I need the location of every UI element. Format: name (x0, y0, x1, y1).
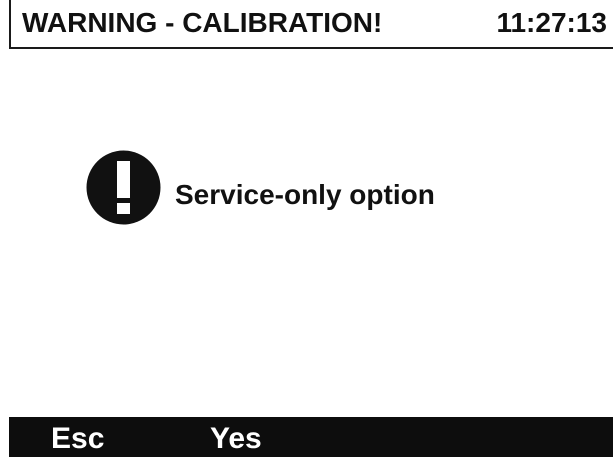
warning-message: Service-only option (86, 150, 435, 225)
yes-button[interactable]: Yes (210, 421, 262, 457)
header-bar: WARNING - CALIBRATION! 11:27:13 (0, 0, 613, 49)
exclamation-circle-icon (86, 150, 161, 225)
header-divider (9, 47, 613, 49)
header-left-rule (9, 0, 11, 49)
esc-button[interactable]: Esc (51, 421, 104, 457)
clock-readout: 11:27:13 (496, 7, 607, 38)
softkey-bar: Esc Yes (9, 417, 613, 457)
message-text: Service-only option (175, 178, 435, 210)
page-title: WARNING - CALIBRATION! (22, 7, 383, 38)
